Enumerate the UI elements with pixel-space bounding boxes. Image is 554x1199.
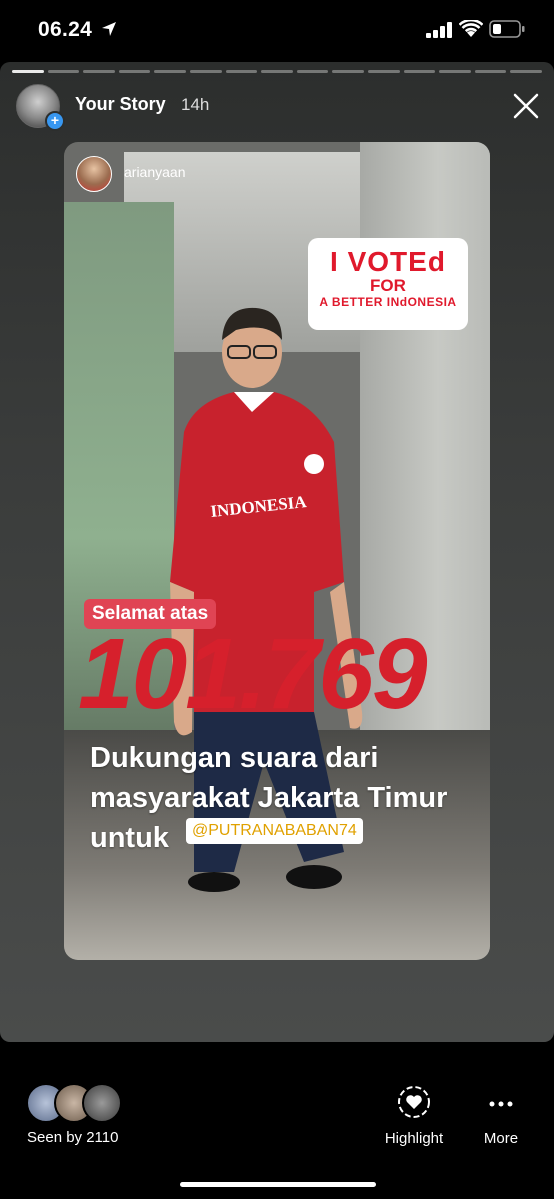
- add-story-plus-icon[interactable]: +: [45, 111, 65, 131]
- story-age: 14h: [181, 95, 210, 114]
- sticker-line-2: FOR: [370, 276, 406, 295]
- progress-segment: [12, 70, 44, 73]
- reposter-username[interactable]: arianyaan: [124, 164, 186, 180]
- more-label: More: [483, 1130, 519, 1147]
- highlight-label: Highlight: [384, 1130, 444, 1147]
- home-indicator[interactable]: [180, 1182, 376, 1187]
- status-bar: 06.24: [0, 0, 554, 60]
- close-icon[interactable]: [510, 90, 542, 122]
- progress-segment: [189, 70, 222, 73]
- progress-segment: [83, 70, 115, 73]
- cellular-signal-icon: [426, 22, 452, 38]
- story-viewer[interactable]: + Your Story 14h INDONESIA arianyaan I V…: [0, 62, 554, 1042]
- viewer-avatar: [82, 1083, 122, 1123]
- location-arrow-icon: [102, 22, 116, 36]
- sticker-line-3: A BETTER INdONESIA: [319, 295, 457, 309]
- progress-segment: [367, 70, 400, 73]
- progress-segment: [296, 70, 329, 73]
- progress-segment: [118, 70, 151, 73]
- progress-segment: [261, 70, 293, 73]
- mention-sticker[interactable]: @PUTRANABABAN74: [186, 818, 363, 844]
- progress-segment: [474, 70, 507, 73]
- story-owner-label[interactable]: Your Story: [75, 94, 166, 115]
- support-text-line-2: masyarakat Jakarta Timur: [90, 782, 448, 814]
- progress-segment: [403, 70, 436, 73]
- support-text-line-1: Dukungan suara dari: [90, 742, 379, 774]
- progress-segment: [332, 70, 364, 73]
- highlight-heart-icon: [398, 1086, 430, 1118]
- viewer-avatars[interactable]: [26, 1083, 126, 1123]
- wifi-icon: [459, 20, 483, 37]
- sticker-line-1: I VOTEd: [330, 246, 446, 277]
- highlight-button[interactable]: Highlight: [378, 1082, 450, 1152]
- seen-by-count[interactable]: Seen by 2110: [27, 1129, 118, 1146]
- vote-count: 101.769: [78, 618, 427, 730]
- story-progress-bar: [12, 70, 542, 73]
- progress-segment: [47, 70, 80, 73]
- story-footer: Seen by 2110 Highlight More: [0, 1042, 554, 1199]
- reposter-avatar[interactable]: [76, 156, 112, 192]
- status-time: 06.24: [38, 18, 93, 41]
- progress-segment: [225, 70, 258, 73]
- i-voted-sticker: I VOTEd FOR A BETTER INdONESIA: [308, 238, 468, 330]
- battery-icon: [489, 20, 525, 38]
- progress-segment: [154, 70, 186, 73]
- progress-segment: [510, 70, 542, 73]
- more-button[interactable]: More: [478, 1082, 524, 1152]
- progress-segment: [439, 70, 471, 73]
- more-dots-icon: [489, 1101, 513, 1107]
